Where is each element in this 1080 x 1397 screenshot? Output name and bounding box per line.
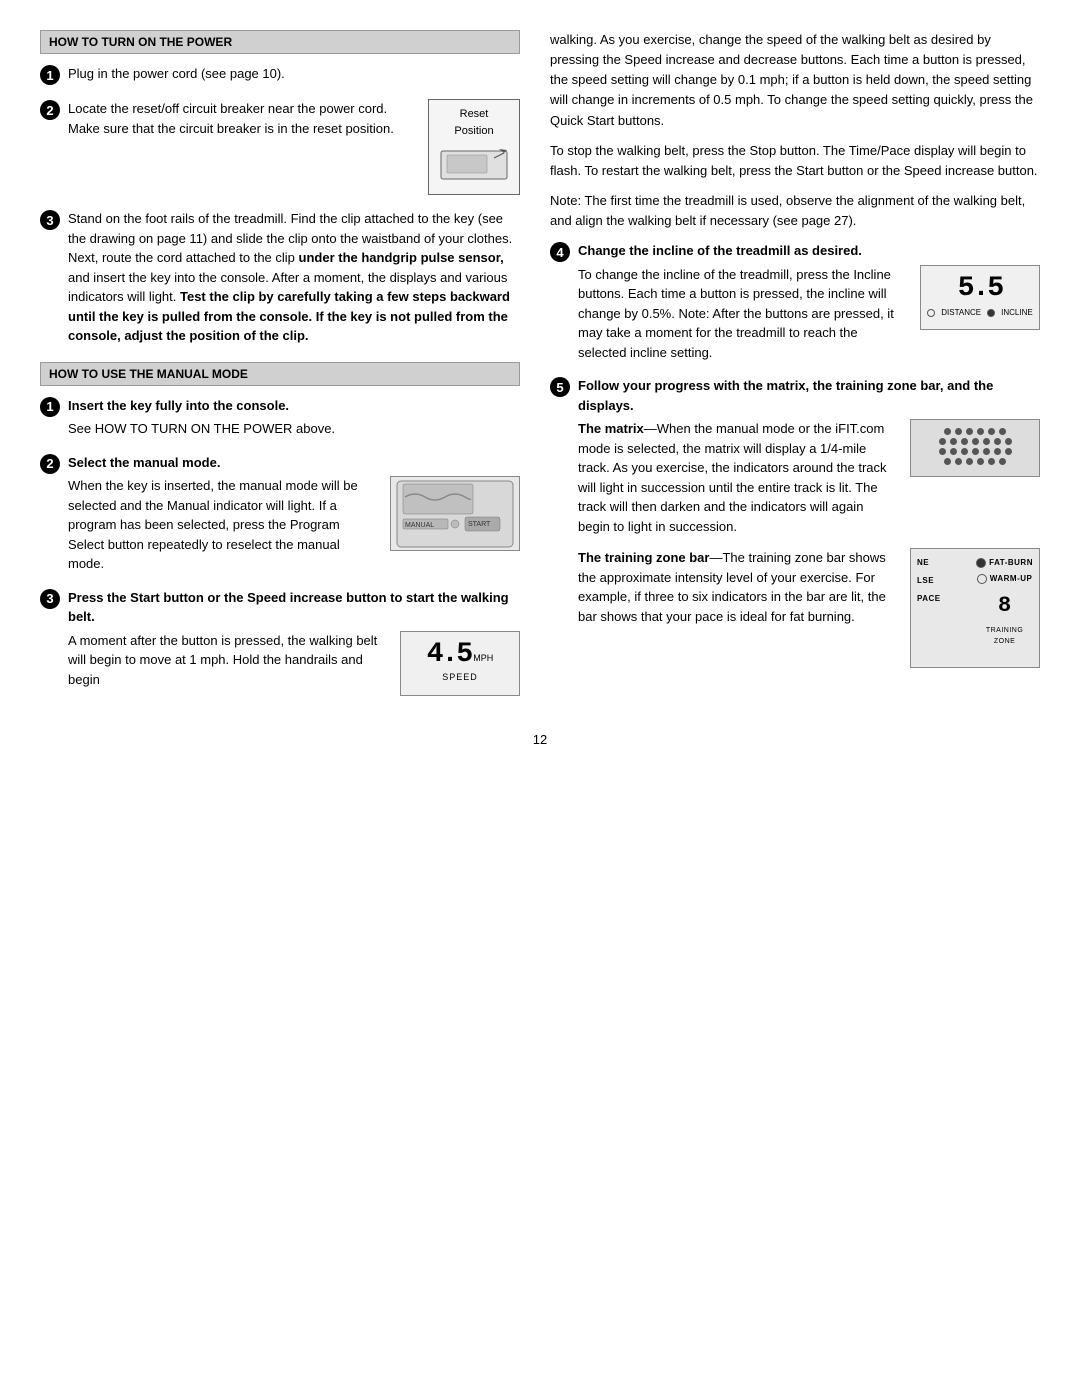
step-manual-3-heading: Press the Start button or the Speed incr…: [68, 588, 520, 627]
right-column: walking. As you exercise, change the spe…: [550, 30, 1040, 712]
step-4-text: To change the incline of the treadmill, …: [578, 265, 908, 363]
incline-dot: [987, 309, 995, 317]
step-4-with-img: To change the incline of the treadmill, …: [578, 265, 1040, 363]
step3-bold1: under the handgrip pulse sensor,: [299, 250, 504, 265]
speed-display-img: 4.5 MPH SPEED: [400, 631, 520, 696]
tz-right: FAT-BURN WARM-UP 8 TRAINING ZONE: [976, 557, 1033, 647]
warm-up-label: WARM-UP: [990, 573, 1033, 585]
matrix-display-img: [910, 419, 1040, 477]
zone-label: ZONE: [986, 637, 1023, 648]
step-num-3: 3: [40, 210, 60, 230]
incline-digits: 5.5: [958, 275, 1002, 303]
step-manual-3-text: A moment after the button is pressed, th…: [68, 631, 388, 690]
page-number: 12: [40, 732, 1040, 747]
matrix-row-2: [919, 438, 1031, 445]
step-num-1: 1: [40, 65, 60, 85]
step-manual-3: 3 Press the Start button or the Speed in…: [40, 588, 520, 696]
step-manual-content-2: Select the manual mode. When the key is …: [68, 453, 520, 574]
distance-dot: [927, 309, 935, 317]
speed-unit: MPH: [473, 652, 493, 666]
tz-ne-label: NE: [917, 557, 941, 569]
step-right-num-4: 4: [550, 242, 570, 262]
step-manual-num-2: 2: [40, 454, 60, 474]
step-manual-content-3: Press the Start button or the Speed incr…: [68, 588, 520, 696]
step-manual-2-with-img: When the key is inserted, the manual mod…: [68, 476, 520, 574]
step-power-3: 3 Stand on the foot rails of the treadmi…: [40, 209, 520, 346]
fat-burn-row: FAT-BURN: [976, 557, 1033, 569]
step-manual-1: 1 Insert the key fully into the console.…: [40, 396, 520, 439]
matrix-body: —When the manual mode or the iFIT.com mo…: [578, 421, 887, 534]
tz-digit: 8: [998, 589, 1011, 622]
speed-digits: 4.5: [427, 641, 471, 669]
step-manual-2-heading: Select the manual mode.: [68, 453, 520, 473]
step-power-2: 2 Locate the reset/off circuit breaker n…: [40, 99, 520, 195]
training-zone-section: The training zone bar—The training zone …: [578, 548, 1040, 668]
speed-label: SPEED: [442, 671, 478, 685]
step-power-1: 1 Plug in the power cord (see page 10).: [40, 64, 520, 85]
step-right-4: 4 Change the incline of the treadmill as…: [550, 241, 1040, 362]
step-right-content-4: Change the incline of the treadmill as d…: [578, 241, 1040, 362]
training-zone-text: The training zone bar—The training zone …: [578, 548, 898, 626]
matrix-row-1: [919, 428, 1031, 435]
step2-text: Locate the reset/off circuit breaker nea…: [68, 99, 418, 138]
matrix-section: The matrix—When the manual mode or the i…: [578, 419, 1040, 536]
step1-text: Plug in the power cord (see page 10).: [68, 66, 285, 81]
incline-indicators: DISTANCE INCLINE: [927, 307, 1032, 319]
matrix-row-3: [919, 448, 1031, 455]
step-manual-content-1: Insert the key fully into the console. S…: [68, 396, 520, 439]
page-layout: HOW TO TURN ON THE POWER 1 Plug in the p…: [40, 30, 1040, 712]
svg-text:MANUAL: MANUAL: [405, 522, 434, 529]
matrix-text: The matrix—When the manual mode or the i…: [578, 419, 898, 536]
svg-text:START: START: [468, 521, 491, 528]
step-content-1: Plug in the power cord (see page 10).: [68, 64, 520, 84]
manual-console-img: MANUAL START: [390, 476, 520, 551]
step-content-2: Locate the reset/off circuit breaker nea…: [68, 99, 520, 195]
step-content-3: Stand on the foot rails of the treadmill…: [68, 209, 520, 346]
step2-inline: Locate the reset/off circuit breaker nea…: [68, 99, 520, 195]
tz-lse-label: LSE: [917, 575, 941, 587]
fat-burn-indicator: [976, 558, 986, 568]
matrix-row-4: [919, 458, 1031, 465]
section-manual: HOW TO USE THE MANUAL MODE 1 Insert the …: [40, 362, 520, 696]
reset-label: ResetPosition: [439, 106, 509, 139]
distance-label: DISTANCE: [941, 307, 981, 319]
incline-label: INCLINE: [1001, 307, 1033, 319]
manual-console-svg: MANUAL START: [395, 479, 515, 549]
matrix-heading: The matrix: [578, 421, 644, 436]
section-power: HOW TO TURN ON THE POWER 1 Plug in the p…: [40, 30, 520, 346]
step-num-2: 2: [40, 100, 60, 120]
training-zone-label: TRAINING: [986, 626, 1023, 637]
tz-zone-block: TRAINING ZONE: [986, 626, 1023, 647]
section-header-manual: HOW TO USE THE MANUAL MODE: [40, 362, 520, 386]
tz-pace-label: PACE: [917, 593, 941, 605]
step-manual-num-3: 3: [40, 589, 60, 609]
step-right-4-heading: Change the incline of the treadmill as d…: [578, 241, 1040, 261]
warm-up-row: WARM-UP: [977, 573, 1033, 585]
left-column: HOW TO TURN ON THE POWER 1 Plug in the p…: [40, 30, 520, 712]
step-right-5-heading: Follow your progress with the matrix, th…: [578, 376, 1040, 415]
reset-illustration-svg: [439, 143, 509, 183]
step-right-5: 5 Follow your progress with the matrix, …: [550, 376, 1040, 668]
step-manual-1-heading: Insert the key fully into the console.: [68, 396, 520, 416]
incline-display-img: 5.5 DISTANCE INCLINE: [920, 265, 1040, 330]
training-heading: The training zone bar: [578, 550, 709, 565]
step-right-num-5: 5: [550, 377, 570, 397]
section-header-power: HOW TO TURN ON THE POWER: [40, 30, 520, 54]
step-manual-num-1: 1: [40, 397, 60, 417]
stop-paragraph: To stop the walking belt, press the Stop…: [550, 141, 1040, 181]
fat-burn-label: FAT-BURN: [989, 557, 1033, 569]
step-right-content-5: Follow your progress with the matrix, th…: [578, 376, 1040, 668]
training-zone-display: NE LSE PACE FAT-BURN: [910, 548, 1040, 668]
tz-left: NE LSE PACE: [917, 557, 941, 605]
step-manual-2-text: When the key is inserted, the manual mod…: [68, 476, 378, 574]
step-manual-3-with-img: A moment after the button is pressed, th…: [68, 631, 520, 696]
step-manual-2: 2 Select the manual mode. When the key i…: [40, 453, 520, 574]
step-manual-1-text: See HOW TO TURN ON THE POWER above.: [68, 419, 520, 439]
reset-position-box: ResetPosition: [428, 99, 520, 195]
note-paragraph: Note: The first time the treadmill is us…: [550, 191, 1040, 231]
intro-paragraph: walking. As you exercise, change the spe…: [550, 30, 1040, 131]
warm-up-indicator: [977, 574, 987, 584]
